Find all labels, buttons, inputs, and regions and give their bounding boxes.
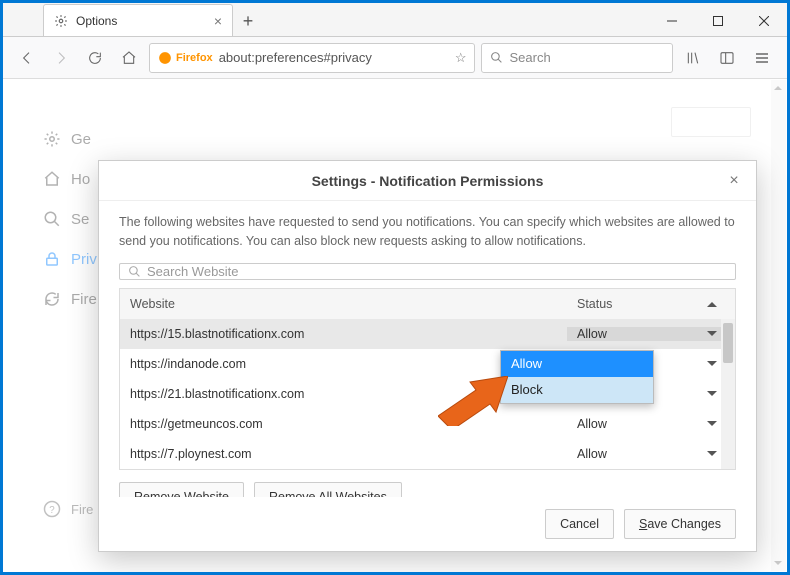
nav-toolbar: Firefox about:preferences#privacy ☆ Sear… (3, 37, 787, 79)
firefox-icon: Firefox (158, 51, 213, 65)
table-header: Website Status (120, 289, 735, 319)
back-button[interactable] (13, 44, 41, 72)
close-icon[interactable]: × (214, 13, 222, 29)
tab-strip: Options × + (3, 3, 787, 37)
table-row[interactable]: https://getmeuncos.com Allow (120, 409, 735, 439)
dialog-header: Settings - Notification Permissions × (99, 161, 756, 201)
save-changes-button[interactable]: Save Changes (624, 509, 736, 539)
dropdown-option-block[interactable]: Block (501, 377, 653, 403)
maximize-button[interactable] (695, 6, 741, 36)
chevron-down-icon (707, 391, 717, 401)
sort-caret-icon (707, 297, 717, 307)
chevron-down-icon (707, 451, 717, 461)
tab-options[interactable]: Options × (43, 4, 233, 36)
chevron-down-icon (707, 421, 717, 431)
dialog-close-button[interactable]: × (724, 171, 744, 191)
reload-button[interactable] (81, 44, 109, 72)
minimize-button[interactable] (649, 6, 695, 36)
website-search-input[interactable]: Search Website (119, 263, 736, 280)
home-button[interactable] (115, 44, 143, 72)
status-dropdown-menu: Allow Block (500, 350, 654, 404)
content-area: Ge Ho Se Priv Fire ?Fire www.pcrisk.com … (3, 79, 787, 572)
browser-window: Options × + Firefox about:preferences#pr… (3, 3, 787, 572)
dropdown-option-allow[interactable]: Allow (501, 351, 653, 377)
column-status[interactable]: Status (567, 297, 735, 311)
table-row[interactable]: https://15.blastnotificationx.com Allow (120, 319, 735, 349)
chevron-down-icon (707, 331, 717, 341)
status-dropdown[interactable]: Allow (567, 447, 735, 461)
gear-icon (54, 14, 68, 28)
remove-all-websites-button[interactable]: Remove All Websites (254, 482, 402, 498)
url-text: about:preferences#privacy (219, 50, 372, 65)
bookmark-star-icon[interactable]: ☆ (455, 50, 467, 66)
table-row[interactable]: https://7.ploynest.com Allow (120, 439, 735, 469)
search-placeholder: Search (509, 50, 550, 65)
library-icon[interactable] (679, 44, 707, 72)
forward-button[interactable] (47, 44, 75, 72)
search-icon (490, 51, 503, 64)
annotation-arrow-icon (438, 376, 508, 426)
table-body: https://15.blastnotificationx.com Allow … (120, 319, 735, 469)
url-bar[interactable]: Firefox about:preferences#privacy ☆ (149, 43, 475, 73)
notification-permissions-dialog: Settings - Notification Permissions × Th… (98, 160, 757, 552)
column-website[interactable]: Website (120, 297, 567, 311)
search-icon (128, 265, 141, 278)
table-scrollbar[interactable] (721, 319, 735, 469)
status-dropdown[interactable]: Allow (567, 327, 735, 341)
sidebar-icon[interactable] (713, 44, 741, 72)
permissions-table: Website Status https://15.blastnotificat… (119, 288, 736, 470)
cancel-button[interactable]: Cancel (545, 509, 614, 539)
menu-button[interactable] (747, 43, 777, 73)
chevron-down-icon (707, 361, 717, 371)
dialog-description: The following websites have requested to… (119, 213, 736, 251)
status-dropdown[interactable]: Allow (567, 417, 735, 431)
new-tab-button[interactable]: + (233, 6, 263, 36)
dialog-footer: Cancel Save Changes (99, 497, 756, 551)
dialog-title: Settings - Notification Permissions (312, 173, 544, 189)
tab-label: Options (76, 14, 117, 28)
window-close-button[interactable] (741, 6, 787, 36)
search-bar[interactable]: Search (481, 43, 673, 73)
remove-website-button[interactable]: Remove Website (119, 482, 244, 498)
